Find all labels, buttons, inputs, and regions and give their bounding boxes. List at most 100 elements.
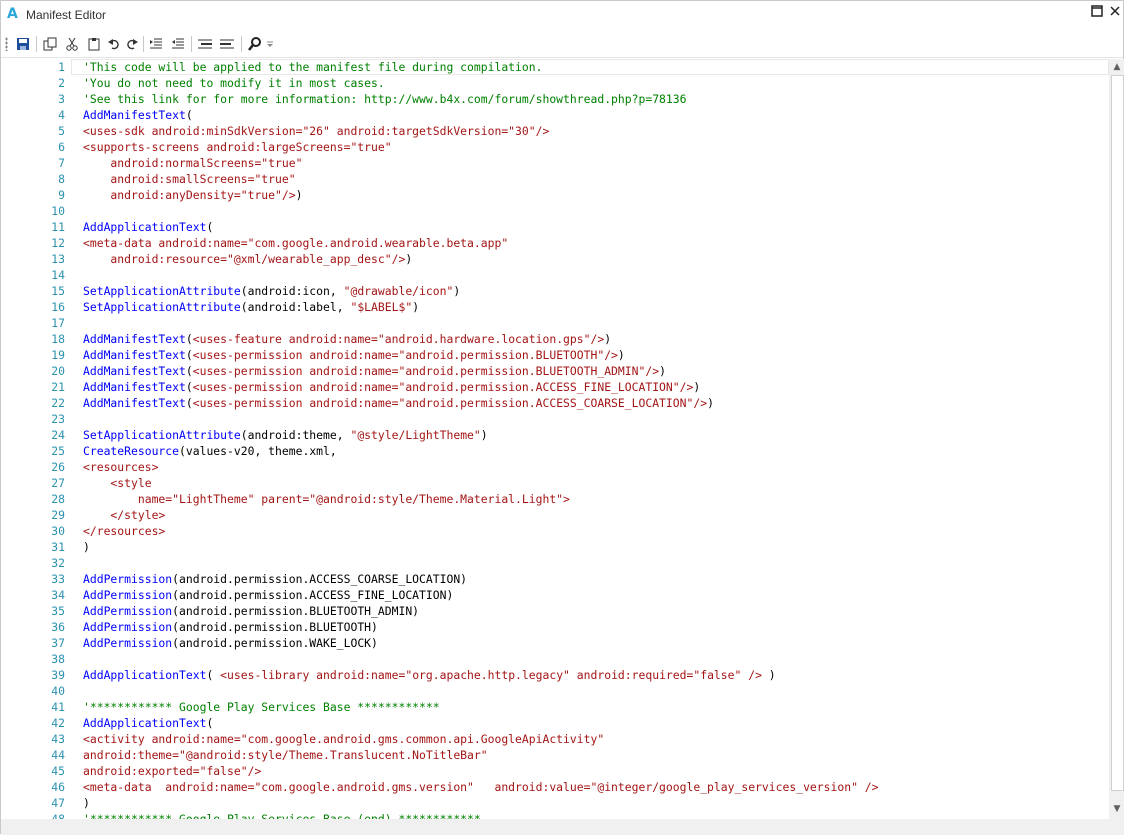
redo-icon[interactable] [123, 35, 141, 53]
code-line[interactable]: ) [83, 795, 90, 811]
code-line[interactable]: AddManifestText(<uses-permission android… [83, 363, 666, 379]
toolbar-grip[interactable] [5, 37, 8, 51]
code-line[interactable]: <style [83, 475, 152, 491]
line-number: 38 [51, 652, 65, 666]
code-line[interactable]: android:anyDensity="true"/>) [83, 187, 302, 203]
code-line[interactable]: <meta-data android:name="com.google.andr… [83, 779, 879, 795]
code-token: android:theme="@android:style/Theme.Tran… [83, 748, 488, 762]
code-line[interactable]: <resources> [83, 459, 158, 475]
code-token: ) [83, 540, 90, 554]
line-number: 33 [51, 572, 65, 586]
code-line[interactable]: AddApplicationText( [83, 715, 213, 731]
line-number: 34 [51, 588, 65, 602]
uncomment-block-icon[interactable] [218, 35, 236, 53]
line-number: 8 [58, 172, 65, 186]
code-line[interactable]: <meta-data android:name="com.google.andr… [83, 235, 508, 251]
code-line[interactable]: CreateResource(values-v20, theme.xml, [83, 443, 337, 459]
outdent-icon[interactable] [169, 35, 187, 53]
line-number: 41 [51, 700, 65, 714]
code-line[interactable]: <activity android:name="com.google.andro… [83, 731, 604, 747]
code-token: (android.permission.BLUETOOTH) [172, 620, 378, 634]
code-token: "$LABEL$" [350, 300, 413, 314]
code-line[interactable]: SetApplicationAttribute(android:theme, "… [83, 427, 488, 443]
line-number: 48 [51, 812, 65, 819]
line-number: 20 [51, 364, 65, 378]
line-number: 5 [58, 124, 65, 138]
code-line[interactable]: <uses-sdk android:minSdkVersion="26" and… [83, 123, 549, 139]
line-number: 1 [58, 60, 65, 74]
code-token: <uses-permission android:name="android.p… [192, 348, 618, 362]
code-line[interactable]: AddPermission(android.permission.ACCESS_… [83, 587, 453, 603]
code-line[interactable]: AddApplicationText( <uses-library androi… [83, 667, 776, 683]
code-line[interactable]: AddManifestText( [83, 107, 193, 123]
toolbar-divider [241, 36, 242, 52]
code-token: 'This code will be applied to the manife… [83, 60, 543, 74]
code-line[interactable]: <supports-screens android:largeScreens="… [83, 139, 392, 155]
code-line[interactable]: AddPermission(android.permission.BLUETOO… [83, 619, 378, 635]
scroll-down-icon[interactable]: ▼ [1109, 801, 1124, 817]
code-line[interactable]: 'This code will be applied to the manife… [83, 59, 542, 75]
code-line[interactable]: android:exported="false"/> [83, 763, 261, 779]
code-token: (android.permission.BLUETOOTH_ADMIN) [172, 604, 420, 618]
code-line[interactable]: AddPermission(android.permission.WAKE_LO… [83, 635, 378, 651]
copy-icon[interactable] [41, 35, 59, 53]
paste-icon[interactable] [85, 35, 103, 53]
code-token: '************ Google Play Services Base … [83, 700, 440, 714]
code-line[interactable]: AddPermission(android.permission.ACCESS_… [83, 571, 467, 587]
code-line[interactable]: android:smallScreens="true" [83, 171, 295, 187]
code-line[interactable]: AddManifestText(<uses-feature android:na… [83, 331, 611, 347]
code-token: ) [405, 252, 413, 266]
line-number: 14 [51, 268, 65, 282]
code-token: ) [604, 332, 612, 346]
scrollbar-thumb[interactable] [1111, 75, 1124, 791]
code-token: </resources> [83, 524, 166, 538]
scroll-up-icon[interactable]: ▲ [1109, 59, 1124, 75]
code-token: <activity android:name="com.google.andro… [83, 732, 605, 746]
close-icon[interactable] [1107, 5, 1123, 21]
line-number: 3 [58, 92, 65, 106]
code-line[interactable]: AddManifestText(<uses-permission android… [83, 379, 700, 395]
code-editor[interactable]: 1 'This code will be applied to the manif… [1, 59, 1109, 819]
find-icon[interactable] [246, 35, 264, 53]
line-number: 31 [51, 540, 65, 554]
code-token: AddApplicationText [83, 716, 207, 730]
line-number: 13 [51, 252, 65, 266]
save-icon[interactable] [14, 35, 32, 53]
vertical-scrollbar[interactable]: ▲ ▼ [1109, 59, 1124, 819]
code-token: ( [206, 716, 214, 730]
code-line[interactable]: AddPermission(android.permission.BLUETOO… [83, 603, 419, 619]
line-number: 26 [51, 460, 65, 474]
comment-block-icon[interactable] [196, 35, 214, 53]
code-line[interactable]: AddApplicationText( [83, 219, 213, 235]
line-number: 28 [51, 492, 65, 506]
code-token: AddManifestText [83, 332, 186, 346]
code-line[interactable]: </style> [83, 507, 165, 523]
code-token: (android:icon, [240, 284, 344, 298]
code-token: ) [453, 284, 461, 298]
code-line[interactable]: AddManifestText(<uses-permission android… [83, 395, 714, 411]
maximize-icon[interactable] [1089, 5, 1105, 21]
code-line[interactable]: '************ Google Play Services Base … [83, 811, 481, 819]
code-line[interactable]: android:normalScreens="true" [83, 155, 302, 171]
line-number: 23 [51, 412, 65, 426]
undo-icon[interactable] [105, 35, 123, 53]
toolbar-overflow-icon[interactable] [265, 35, 275, 53]
indent-icon[interactable] [147, 35, 165, 53]
code-line[interactable]: android:theme="@android:style/Theme.Tran… [83, 747, 488, 763]
cut-icon[interactable] [63, 35, 81, 53]
code-line[interactable]: SetApplicationAttribute(android:icon, "@… [83, 283, 460, 299]
code-line[interactable]: android:resource="@xml/wearable_app_desc… [83, 251, 412, 267]
line-number: 32 [51, 556, 65, 570]
code-line[interactable]: 'You do not need to modify it in most ca… [83, 75, 385, 91]
code-line[interactable]: '************ Google Play Services Base … [83, 699, 440, 715]
code-line[interactable]: ) [83, 539, 90, 555]
code-line[interactable]: AddManifestText(<uses-permission android… [83, 347, 625, 363]
code-token: ( [185, 348, 193, 362]
code-line[interactable]: name="LightTheme" parent="@android:style… [83, 491, 570, 507]
code-token: ) [295, 188, 303, 202]
code-line[interactable]: SetApplicationAttribute(android:label, "… [83, 299, 419, 315]
code-line[interactable]: 'See this link for for more information:… [83, 91, 686, 107]
code-line[interactable]: </resources> [83, 523, 165, 539]
code-token: SetApplicationAttribute [83, 284, 241, 298]
code-token: <style [83, 476, 152, 490]
